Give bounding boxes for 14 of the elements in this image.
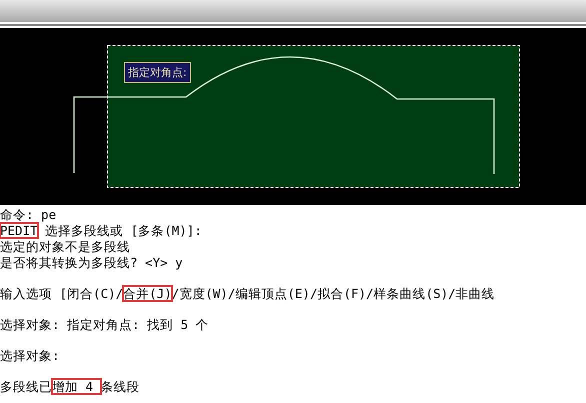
command-text: 选择对象: 指定对角点: 找到 5 个 [0,317,209,332]
command-text: 多段线已 [0,379,52,394]
command-text: 选择多段线或 [多条(M)]: [44,223,202,238]
command-text: 条线段 [100,379,140,394]
command-text: PEDIT [0,223,38,238]
command-text: 增加 4 [52,379,101,394]
command-text: 选定的对象不是多段线 [0,239,130,254]
command-text: 输入选项 [闭合(C)/ [0,286,124,301]
command-text: /宽度(W)/编辑顶点(E)/拟合(F)/样条曲线(S)/非曲线 [172,286,495,301]
command-text: 选择对象: [0,348,60,363]
command-text: 是否将其转换为多段线? <Y> y [0,255,183,270]
command-text: 合并(J) [123,286,172,301]
command-text: 命令: pe [0,207,56,222]
tooltip: 指定对角点: [124,62,191,83]
